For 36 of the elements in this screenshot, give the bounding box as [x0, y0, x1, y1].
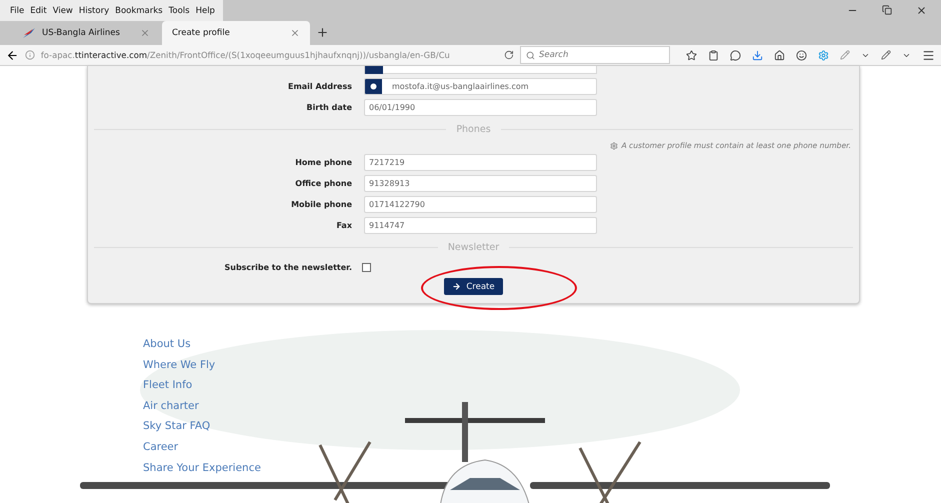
footer-link[interactable]: Air charter: [143, 398, 199, 414]
input-field[interactable]: 91328913: [364, 175, 597, 192]
input-field[interactable]: 7217219: [364, 154, 597, 171]
url-field[interactable]: fo-apac.ttinteractive.com/Zenith/FrontOffice/(S(1xoqeeumguus1hjhaufxnqnj))/usbangla/en-GB/Cu: [24, 45, 498, 65]
menu-item[interactable]: Tools: [168, 6, 190, 16]
menu-item[interactable]: Bookmarks: [115, 6, 163, 16]
tab-title: US-Bangla Airlines: [42, 28, 121, 38]
browser-tab[interactable]: US-Bangla Airlines: [12, 21, 160, 45]
menu-item[interactable]: Edit: [30, 6, 47, 16]
tab-title: Create profile: [172, 28, 231, 38]
menu-item[interactable]: Help: [196, 6, 215, 16]
field-label: Fax: [335, 221, 352, 230]
field-label: Office phone: [294, 179, 352, 188]
checkbox-label: Subscribe to the newsletter.: [223, 263, 352, 272]
browser-tab[interactable]: Create profile: [162, 21, 310, 45]
field-label: Email Address: [286, 82, 352, 91]
field-label: Mobile phone: [290, 200, 352, 209]
footer-link[interactable]: Fleet Info: [143, 378, 192, 394]
input-field[interactable]: mostofa.it@us-banglaairlines.com: [364, 78, 597, 95]
field-label: Birth date: [306, 103, 352, 112]
field-label: Home phone: [294, 158, 352, 167]
create-button[interactable]: Create: [444, 278, 503, 295]
input-field[interactable]: 01714122790: [364, 196, 597, 213]
footer-link[interactable]: Share Your Experience: [143, 460, 261, 476]
footer-link[interactable]: Career: [143, 440, 178, 456]
footer-link[interactable]: Sky Star FAQ: [143, 419, 210, 435]
section-title: Phones: [456, 124, 491, 135]
section-title: Newsletter: [448, 242, 500, 253]
menu-item[interactable]: History: [78, 6, 110, 16]
input-field[interactable]: 06/01/1990: [364, 99, 597, 116]
footer-link[interactable]: Where We Fly: [143, 358, 216, 374]
input-field[interactable]: 9114747: [364, 217, 597, 234]
menu-item[interactable]: File: [10, 6, 24, 16]
footer-link[interactable]: About Us: [143, 337, 191, 353]
menu-item[interactable]: View: [52, 6, 73, 16]
search-field[interactable]: Search: [520, 46, 670, 64]
